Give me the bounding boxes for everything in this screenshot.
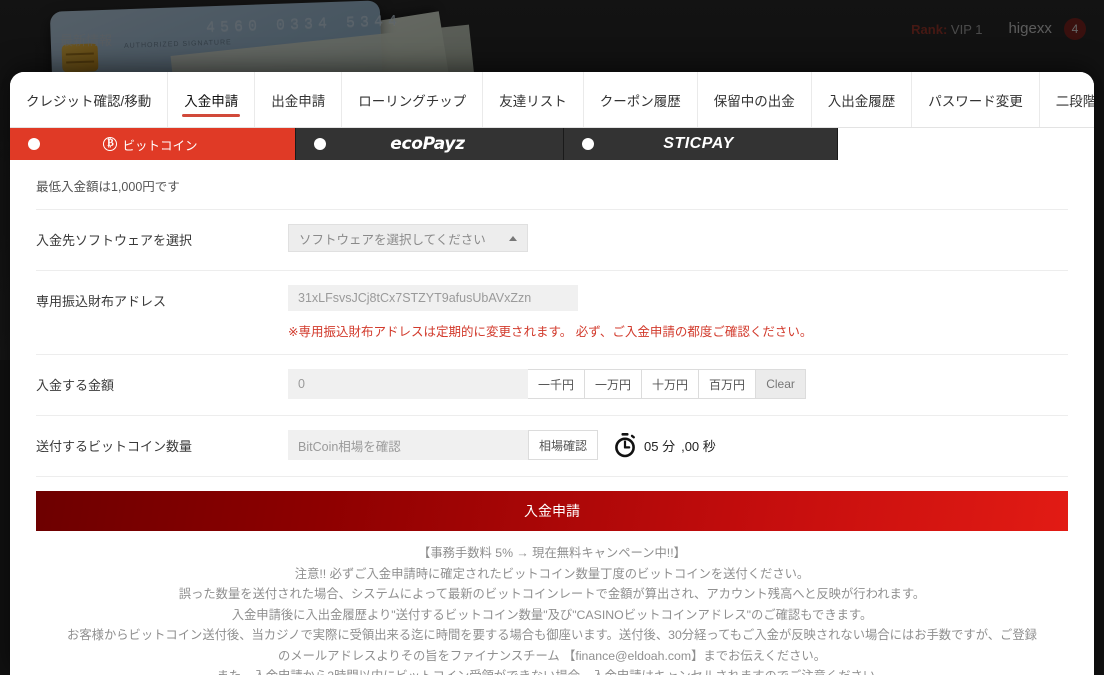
radio-selected-icon[interactable] [28, 138, 40, 150]
footnote-line: 入金申請後に入出金履歴より"送付するビットコイン数量"及び"CASINOビットコ… [231, 607, 873, 622]
method-ecopayz[interactable]: ecoPayz [296, 128, 564, 160]
tab-label: パスワード変更 [928, 93, 1023, 109]
check-rate-button[interactable]: 相場確認 [528, 430, 599, 460]
tab-coupon-history[interactable]: クーポン履歴 [584, 72, 698, 127]
software-field: ソフトウェアを選択してください [288, 224, 1068, 252]
amount-field: 0 一千円 一万円 十万円 百万円 Clear [288, 369, 1068, 399]
method-bitcoin[interactable]: ₿ ビットコイン [10, 128, 296, 160]
bitcoin-quantity-field: BitCoin相場を確認 相場確認 05 分 ,00 秒 [288, 430, 1068, 460]
countdown-timer: 05 分 ,00 秒 [612, 430, 716, 460]
bitcoin-icon: ₿ [103, 137, 118, 151]
footnote-line: 誤った数量を送付された場合、システムによって最新のビットコインレートで金額が算出… [178, 587, 926, 601]
software-select[interactable]: ソフトウェアを選択してください [288, 224, 528, 252]
sticpay-logo: STICPAY [663, 135, 734, 152]
tab-label: クーポン履歴 [599, 93, 681, 109]
radio-unselected-icon[interactable] [314, 138, 326, 150]
timer-seconds: ,00 秒 [681, 438, 716, 454]
tab-label: 入出金履歴 [827, 93, 896, 109]
quick-amount-100000[interactable]: 十万円 [642, 369, 700, 399]
tab-rolling-chip[interactable]: ローリングチップ [342, 72, 484, 127]
tab-deposit[interactable]: 入金申請 [168, 72, 256, 127]
method-ecopayz-label-group: ecoPayz [326, 134, 563, 154]
chevron-up-icon [509, 235, 517, 241]
submit-deposit-button[interactable]: 入金申請 [36, 491, 1068, 531]
wallet-address-input[interactable]: 31xLFsvsJCj8tCx7STZYT9afusUbAVxZzn [288, 285, 578, 311]
account-modal: クレジット確認/移動 入金申請 出金申請 ローリングチップ 友達リスト クーポン… [10, 72, 1094, 675]
tab-transaction-history[interactable]: 入出金履歴 [812, 72, 913, 127]
method-sticpay-label-group: STICPAY [594, 135, 837, 153]
footnote-line: のメールアドレスよりその旨をファイナンスチーム 【finance@eldoah.… [277, 648, 827, 663]
tab-label: クレジット確認/移動 [26, 93, 152, 109]
minimum-deposit-notice: 最低入金額は1,000円です [36, 160, 1068, 210]
tab-change-password[interactable]: パスワード変更 [912, 72, 1040, 127]
method-label: ビットコイン [122, 138, 198, 153]
bitcoin-quantity-label: 送付するビットコイン数量 [36, 439, 193, 454]
address-label: 専用振込財布アドレス [36, 294, 167, 309]
tab-label: 入金申請 [184, 93, 239, 109]
quick-amount-1000000[interactable]: 百万円 [699, 369, 757, 399]
deposit-footnotes: 【事務手数料 5% → 現在無料キャンペーン中!!】 注意!! 必ずご入金申請時… [36, 531, 1068, 675]
deposit-form: 最低入金額は1,000円です 入金先ソフトウェアを選択 ソフトウェアを選択してく… [10, 160, 1094, 675]
timer-minutes: 05 分 [644, 438, 676, 454]
address-field: 31xLFsvsJCj8tCx7STZYT9afusUbAVxZzn ※専用振込… [288, 285, 1068, 340]
amount-input[interactable]: 0 [288, 369, 528, 399]
tab-two-factor-auth[interactable]: 二段階認証設定 [1040, 72, 1094, 127]
amount-label: 入金する金額 [36, 378, 115, 393]
row-software-select: 入金先ソフトウェアを選択 ソフトウェアを選択してください [36, 210, 1068, 256]
clear-amount-button[interactable]: Clear [756, 369, 807, 399]
footnote-line: お客様からビットコイン送付後、当カジノで実際に受領出来る迄に時間を要する場合も御… [67, 628, 1037, 642]
tab-label: 出金申請 [271, 93, 326, 109]
bitcoin-quantity-input[interactable]: BitCoin相場を確認 [288, 430, 528, 460]
quick-amount-1000[interactable]: 一千円 [528, 369, 586, 399]
footnote-line: 注意!! 必ずご入金申請時に確定されたビットコイン数量丁度のビットコインを送付く… [294, 566, 810, 581]
method-bitcoin-label-group: ₿ ビットコイン [40, 135, 295, 154]
footnote-line: また、入金申請から2時間以内にビットコイン受領ができない場合、入金申請はキャンセ… [44, 666, 1060, 675]
address-warning-text: ※専用振込財布アドレスは定期的に変更されます。 必ず、ご入金申請の都度ご確認くだ… [288, 325, 813, 339]
quick-amount-10000[interactable]: 一万円 [585, 369, 643, 399]
modal-tabbar: クレジット確認/移動 入金申請 出金申請 ローリングチップ 友達リスト クーポン… [10, 72, 1094, 128]
tab-label: 二段階認証設定 [1055, 93, 1094, 109]
divider [36, 476, 1068, 477]
payment-method-selector: ₿ ビットコイン ecoPayz STICPAY [10, 128, 1094, 160]
software-select-value: ソフトウェアを選択してください [299, 232, 486, 247]
ecopayz-logo: ecoPayz [390, 134, 465, 154]
tab-credit-transfer[interactable]: クレジット確認/移動 [10, 72, 169, 127]
radio-unselected-icon[interactable] [582, 138, 594, 150]
footnote-line: 【事務手数料 5% → 現在無料キャンペーン中!!】 [418, 546, 686, 560]
row-wallet-address: 専用振込財布アドレス 31xLFsvsJCj8tCx7STZYT9afusUbA… [36, 271, 1068, 340]
tab-withdraw[interactable]: 出金申請 [255, 72, 343, 127]
tab-label: ローリングチップ [358, 93, 467, 109]
tab-label: 保留中の出金 [713, 93, 795, 109]
stopwatch-icon [615, 433, 635, 458]
software-label: 入金先ソフトウェアを選択 [36, 233, 193, 248]
tab-friend-list[interactable]: 友達リスト [483, 72, 584, 127]
row-deposit-amount: 入金する金額 0 一千円 一万円 十万円 百万円 Clear [36, 355, 1068, 401]
row-bitcoin-quantity: 送付するビットコイン数量 BitCoin相場を確認 相場確認 05 分 ,00 … [36, 416, 1068, 462]
method-sticpay[interactable]: STICPAY [564, 128, 838, 160]
tab-label: 友達リスト [499, 93, 567, 109]
tab-pending-withdrawals[interactable]: 保留中の出金 [698, 72, 812, 127]
